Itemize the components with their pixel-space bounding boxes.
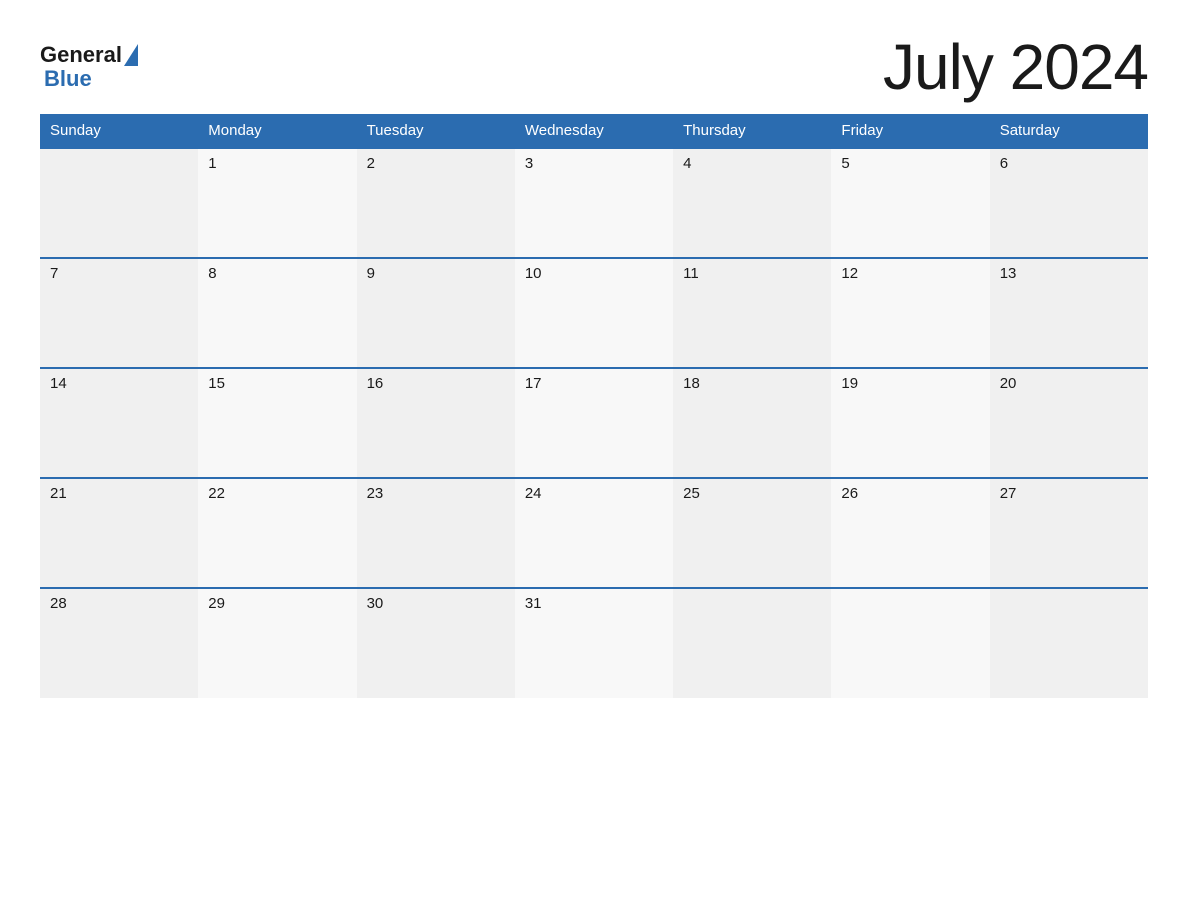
week-row-4: 21 22 23 24 25 26 27 (40, 478, 1148, 588)
calendar-cell: 19 (831, 368, 989, 478)
day-number: 22 (208, 485, 225, 502)
weekday-header-friday: Friday (831, 114, 989, 148)
calendar-cell: 22 (198, 478, 356, 588)
day-number: 24 (525, 485, 542, 502)
calendar-cell: 4 (673, 148, 831, 258)
day-number: 14 (50, 375, 67, 392)
calendar-cell: 24 (515, 478, 673, 588)
day-number: 1 (208, 155, 216, 172)
logo: General Blue (40, 43, 138, 91)
calendar-cell: 1 (198, 148, 356, 258)
calendar-cell: 5 (831, 148, 989, 258)
calendar-cell: 3 (515, 148, 673, 258)
calendar-cell: 14 (40, 368, 198, 478)
day-number: 5 (841, 155, 849, 172)
calendar-cell: 31 (515, 588, 673, 698)
day-number: 7 (50, 265, 58, 282)
week-row-1: 1 2 3 4 5 6 (40, 148, 1148, 258)
day-number: 10 (525, 265, 542, 282)
day-number: 31 (525, 595, 542, 612)
day-number: 12 (841, 265, 858, 282)
day-number: 16 (367, 375, 384, 392)
logo-general-text: General (40, 43, 122, 67)
calendar-cell: 11 (673, 258, 831, 368)
calendar-cell (673, 588, 831, 698)
calendar-cell: 12 (831, 258, 989, 368)
calendar-cell: 23 (357, 478, 515, 588)
calendar-cell: 10 (515, 258, 673, 368)
weekday-header-thursday: Thursday (673, 114, 831, 148)
day-number: 21 (50, 485, 67, 502)
day-number: 25 (683, 485, 700, 502)
calendar-cell: 16 (357, 368, 515, 478)
weekday-header-sunday: Sunday (40, 114, 198, 148)
calendar-cell: 29 (198, 588, 356, 698)
weekday-header-wednesday: Wednesday (515, 114, 673, 148)
calendar-cell: 30 (357, 588, 515, 698)
day-number: 15 (208, 375, 225, 392)
page-header: General Blue July 2024 (40, 30, 1148, 104)
day-number: 2 (367, 155, 375, 172)
week-row-3: 14 15 16 17 18 19 20 (40, 368, 1148, 478)
logo-blue-text: Blue (44, 66, 92, 91)
day-number: 3 (525, 155, 533, 172)
calendar-table: SundayMondayTuesdayWednesdayThursdayFrid… (40, 114, 1148, 698)
day-number: 19 (841, 375, 858, 392)
calendar-cell: 20 (990, 368, 1148, 478)
day-number: 17 (525, 375, 542, 392)
day-number: 13 (1000, 265, 1017, 282)
day-number: 20 (1000, 375, 1017, 392)
day-number: 6 (1000, 155, 1008, 172)
day-number: 8 (208, 265, 216, 282)
calendar-cell: 7 (40, 258, 198, 368)
calendar-cell: 21 (40, 478, 198, 588)
calendar-cell: 26 (831, 478, 989, 588)
day-number: 11 (683, 265, 699, 282)
calendar-cell: 9 (357, 258, 515, 368)
calendar-cell: 15 (198, 368, 356, 478)
day-number: 18 (683, 375, 700, 392)
calendar-cell: 28 (40, 588, 198, 698)
calendar-cell: 6 (990, 148, 1148, 258)
week-row-5: 28 29 30 31 (40, 588, 1148, 698)
weekday-header-monday: Monday (198, 114, 356, 148)
logo-triangle-icon (124, 44, 138, 66)
day-number: 28 (50, 595, 67, 612)
calendar-cell: 2 (357, 148, 515, 258)
calendar-cell: 13 (990, 258, 1148, 368)
calendar-cell (990, 588, 1148, 698)
day-number: 9 (367, 265, 375, 282)
month-title: July 2024 (883, 30, 1148, 104)
calendar-cell: 8 (198, 258, 356, 368)
day-number: 23 (367, 485, 384, 502)
calendar-cell: 27 (990, 478, 1148, 588)
day-number: 4 (683, 155, 691, 172)
calendar-cell: 25 (673, 478, 831, 588)
calendar-cell (831, 588, 989, 698)
day-number: 26 (841, 485, 858, 502)
calendar-cell (40, 148, 198, 258)
weekday-header-row: SundayMondayTuesdayWednesdayThursdayFrid… (40, 114, 1148, 148)
weekday-header-saturday: Saturday (990, 114, 1148, 148)
day-number: 29 (208, 595, 225, 612)
day-number: 30 (367, 595, 384, 612)
calendar-cell: 18 (673, 368, 831, 478)
weekday-header-tuesday: Tuesday (357, 114, 515, 148)
day-number: 27 (1000, 485, 1017, 502)
calendar-cell: 17 (515, 368, 673, 478)
week-row-2: 7 8 9 10 11 12 13 (40, 258, 1148, 368)
